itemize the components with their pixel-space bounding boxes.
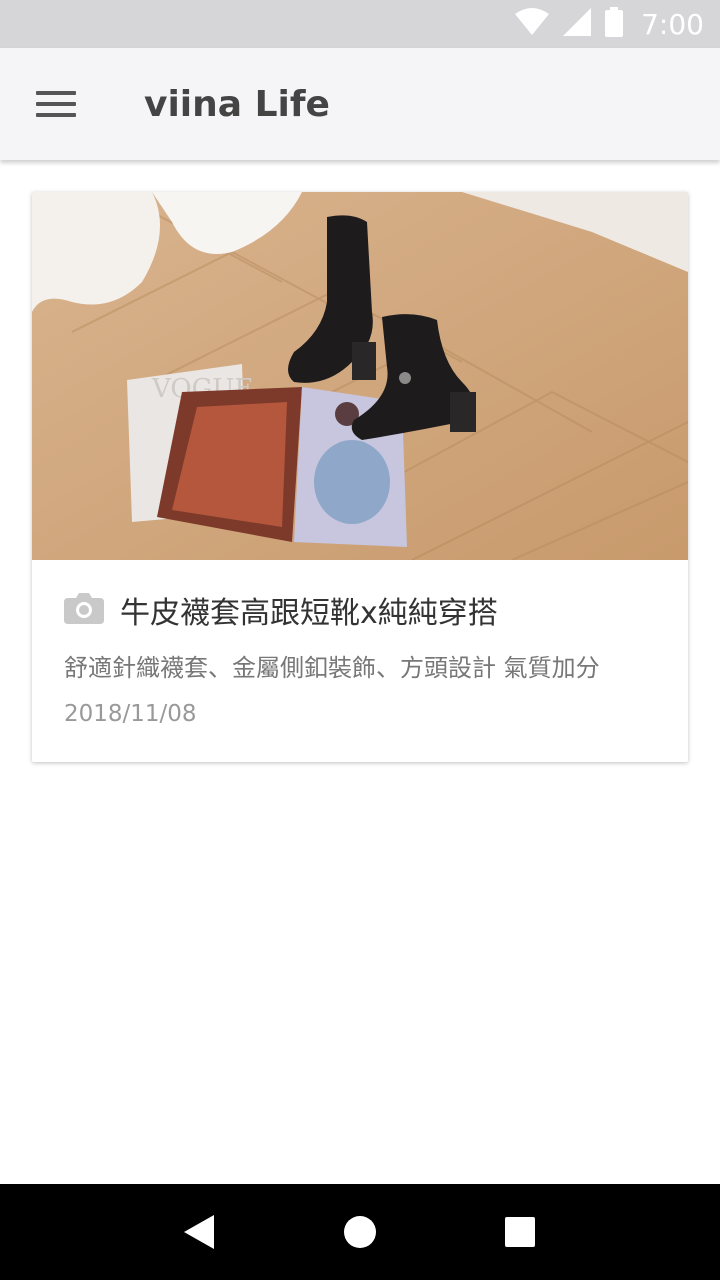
status-bar: 7:00 bbox=[0, 0, 720, 48]
hamburger-menu-icon bbox=[36, 84, 76, 124]
card-title: 牛皮襪套高跟短靴x純純穿搭 bbox=[120, 596, 498, 631]
menu-button[interactable] bbox=[0, 48, 112, 160]
battery-icon bbox=[605, 7, 624, 41]
navigation-bar bbox=[0, 1184, 720, 1280]
status-time: 7:00 bbox=[641, 7, 704, 41]
camera-icon bbox=[64, 592, 104, 628]
home-icon bbox=[344, 1216, 376, 1248]
recents-button[interactable] bbox=[490, 1202, 550, 1262]
card-date: 2018/11/08 bbox=[64, 701, 197, 727]
card-image: VOGUE bbox=[32, 192, 688, 560]
recents-icon bbox=[505, 1217, 535, 1247]
feed: VOGUE 牛皮襪套高跟短靴x純純穿搭 舒適針織襪套、金屬側釦裝飾、方頭設計 氣… bbox=[0, 160, 720, 1184]
feed-card[interactable]: VOGUE 牛皮襪套高跟短靴x純純穿搭 舒適針織襪套、金屬側釦裝飾、方頭設計 氣… bbox=[32, 192, 688, 762]
card-subtitle: 舒適針織襪套、金屬側釦裝飾、方頭設計 氣質加分 bbox=[64, 654, 600, 682]
cell-signal-icon bbox=[563, 8, 592, 40]
wifi-icon bbox=[515, 8, 550, 40]
home-button[interactable] bbox=[330, 1202, 390, 1262]
app-title: viina Life bbox=[144, 83, 330, 125]
back-icon bbox=[184, 1215, 214, 1249]
app-bar: viina Life bbox=[0, 48, 720, 160]
back-button[interactable] bbox=[170, 1202, 230, 1262]
